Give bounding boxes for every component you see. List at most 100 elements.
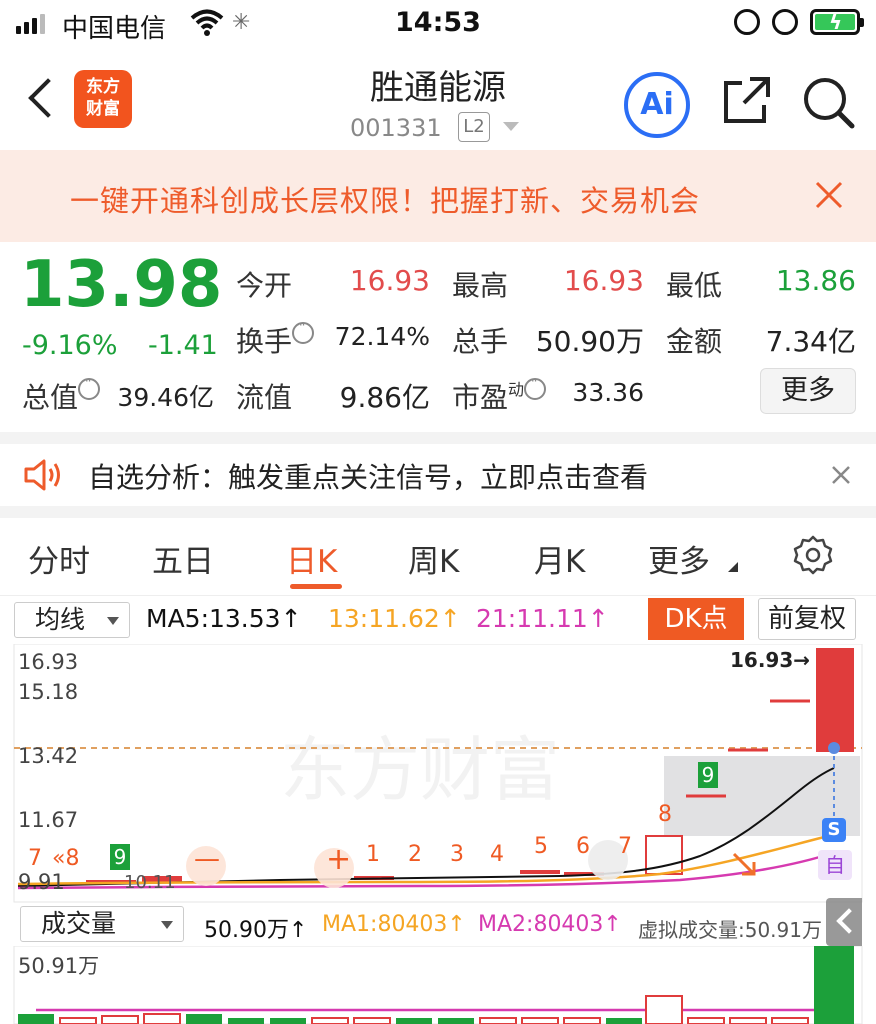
volume-ma1: MA1:80403↑ <box>322 912 466 937</box>
kline-chart[interactable]: 东方财富 16.93 15.18 13.42 11.67 9.91 16.93→… <box>0 644 876 904</box>
volume-bar <box>814 946 854 1024</box>
info-icon[interactable] <box>524 374 547 400</box>
chart-tabs: 分时 五日 日K 周K 月K 更多 <box>0 518 876 596</box>
market-cap-label: 总值 <box>22 374 101 416</box>
quote-panel: 13.98 -9.16% -1.41 今开 16.93 最高 16.93 最低 … <box>0 242 876 432</box>
close-icon[interactable] <box>826 460 856 490</box>
tab-more[interactable]: 更多 <box>648 536 710 581</box>
speaker-icon <box>24 459 60 491</box>
info-icon[interactable] <box>292 318 315 344</box>
promo-banner[interactable]: 一键开通科创成长层权限！把握打新、交易机会 <box>0 150 876 242</box>
low-value: 13.86 <box>775 264 856 297</box>
stock-code: 001331 <box>350 114 442 142</box>
ai-assistant-button[interactable]: Ai <box>624 72 690 138</box>
float-cap-value: 9.86亿 <box>339 381 430 414</box>
open-label: 今开 <box>236 269 293 302</box>
kline-svg: 东方财富 <box>13 644 863 903</box>
volume-selector[interactable]: 成交量 <box>20 906 184 942</box>
watchlist-signal-badge[interactable]: 自 <box>818 850 852 880</box>
volume-bar <box>521 1017 559 1024</box>
open-value: 16.93 <box>349 264 430 297</box>
tab-daily-k[interactable]: 日K <box>286 536 337 581</box>
volume-bar <box>270 1018 306 1024</box>
volume-bar <box>186 1014 222 1024</box>
ma13-value: 13:11.62↑ <box>328 604 461 633</box>
y-tick: 13.42 <box>18 744 79 768</box>
turnover-value: 72.14% <box>334 322 430 351</box>
change-amount: -1.41 <box>148 330 218 361</box>
candle <box>520 870 560 874</box>
watchlist-alert[interactable]: 自选分析：触发重点关注信号，立即点击查看 <box>0 444 876 506</box>
alert-text[interactable]: 自选分析：触发重点关注信号，立即点击查看 <box>88 456 648 496</box>
loading-icon: ✳ <box>232 10 251 35</box>
ma-indicator-row: 均线 MA5:13.53↑ 13:11.62↑ 21:11.11↑ DK点 前复… <box>0 598 876 644</box>
sequence-label: 1 <box>366 842 380 867</box>
limit-up-candle <box>816 648 854 752</box>
watermark-text: 东方财富 <box>280 729 560 811</box>
high-label: 最高 <box>452 269 509 302</box>
wifi-icon <box>190 9 224 36</box>
more-quote-button[interactable]: 更多 <box>760 368 856 414</box>
volume-bar <box>645 995 683 1024</box>
active-tab-indicator <box>290 584 342 589</box>
search-icon[interactable] <box>800 74 856 130</box>
volume-bar <box>311 1017 349 1024</box>
share-icon[interactable] <box>722 75 772 125</box>
sequence-label: 7 <box>618 834 632 859</box>
volume-bar <box>606 1018 642 1024</box>
info-icon[interactable] <box>78 374 101 400</box>
volume-bar <box>228 1018 264 1024</box>
y-tick: 9.91 <box>18 870 65 894</box>
sequence-label: 4 <box>490 842 504 867</box>
volume-label: 总手 <box>452 325 509 358</box>
volume-indicator-row: 成交量 50.90万↑ MA1:80403↑ MA2:80403↑ 虚拟成交量:… <box>0 904 876 946</box>
orientation-lock-icon <box>734 9 760 35</box>
tab-five-day[interactable]: 五日 <box>152 536 214 581</box>
volume-bar <box>101 1015 139 1024</box>
volume-bar <box>729 1017 767 1024</box>
high-price-label: 16.93→ <box>730 648 811 672</box>
volume-bar <box>18 1014 54 1024</box>
ma21-value: 21:11.11↑ <box>476 604 609 633</box>
dk-point-button[interactable]: DK点 <box>648 598 744 640</box>
plus-marker: + <box>326 842 352 877</box>
caret-icon <box>728 562 738 572</box>
tab-monthly-k[interactable]: 月K <box>534 536 585 581</box>
battery-icon: ϟ <box>810 9 864 35</box>
market-cap-value: 39.46亿 <box>117 383 214 412</box>
chevron-down-icon[interactable] <box>503 122 519 131</box>
gear-icon[interactable] <box>792 534 834 576</box>
volume-bar <box>438 1018 474 1024</box>
tab-weekly-k[interactable]: 周K <box>408 536 459 581</box>
collapse-panel-button[interactable] <box>826 898 862 946</box>
y-tick: 16.93 <box>18 650 79 674</box>
tab-intraday[interactable]: 分时 <box>28 536 90 581</box>
divider <box>0 432 876 444</box>
level2-badge[interactable]: L2 <box>458 112 490 142</box>
close-icon[interactable] <box>812 178 846 212</box>
volume-bar <box>353 1017 391 1024</box>
sell-signal-badge[interactable]: S <box>822 818 846 842</box>
float-cap-label: 流值 <box>236 381 293 414</box>
ma5-value: MA5:13.53↑ <box>146 604 302 633</box>
pe-label: 市盈动 <box>452 374 547 416</box>
signal-icon <box>16 12 45 34</box>
sequence-label: 9 <box>698 762 718 788</box>
sequence-label: 6 <box>576 834 590 859</box>
volume-y-label: 50.91万 <box>18 954 100 978</box>
carrier-name: 中国电信 <box>62 14 167 44</box>
high-value: 16.93 <box>563 264 644 297</box>
volume-chart[interactable]: 50.91万 <box>0 946 876 1024</box>
promo-text[interactable]: 一键开通科创成长层权限！把握打新、交易机会 <box>70 178 700 220</box>
change-percent: -9.16% <box>22 330 118 361</box>
y-tick: 15.18 <box>18 680 79 704</box>
sequence-label: «8 <box>52 846 80 871</box>
adjust-mode-button[interactable]: 前复权 <box>758 598 856 640</box>
volume-bar <box>563 1017 601 1024</box>
price-dot <box>828 742 840 754</box>
volume-ma2: MA2:80403↑ <box>478 912 622 937</box>
indicator-selector[interactable]: 均线 <box>14 602 130 638</box>
volume-bar <box>771 1017 809 1024</box>
low-label: 最低 <box>666 269 723 302</box>
volume-bar <box>59 1017 97 1024</box>
